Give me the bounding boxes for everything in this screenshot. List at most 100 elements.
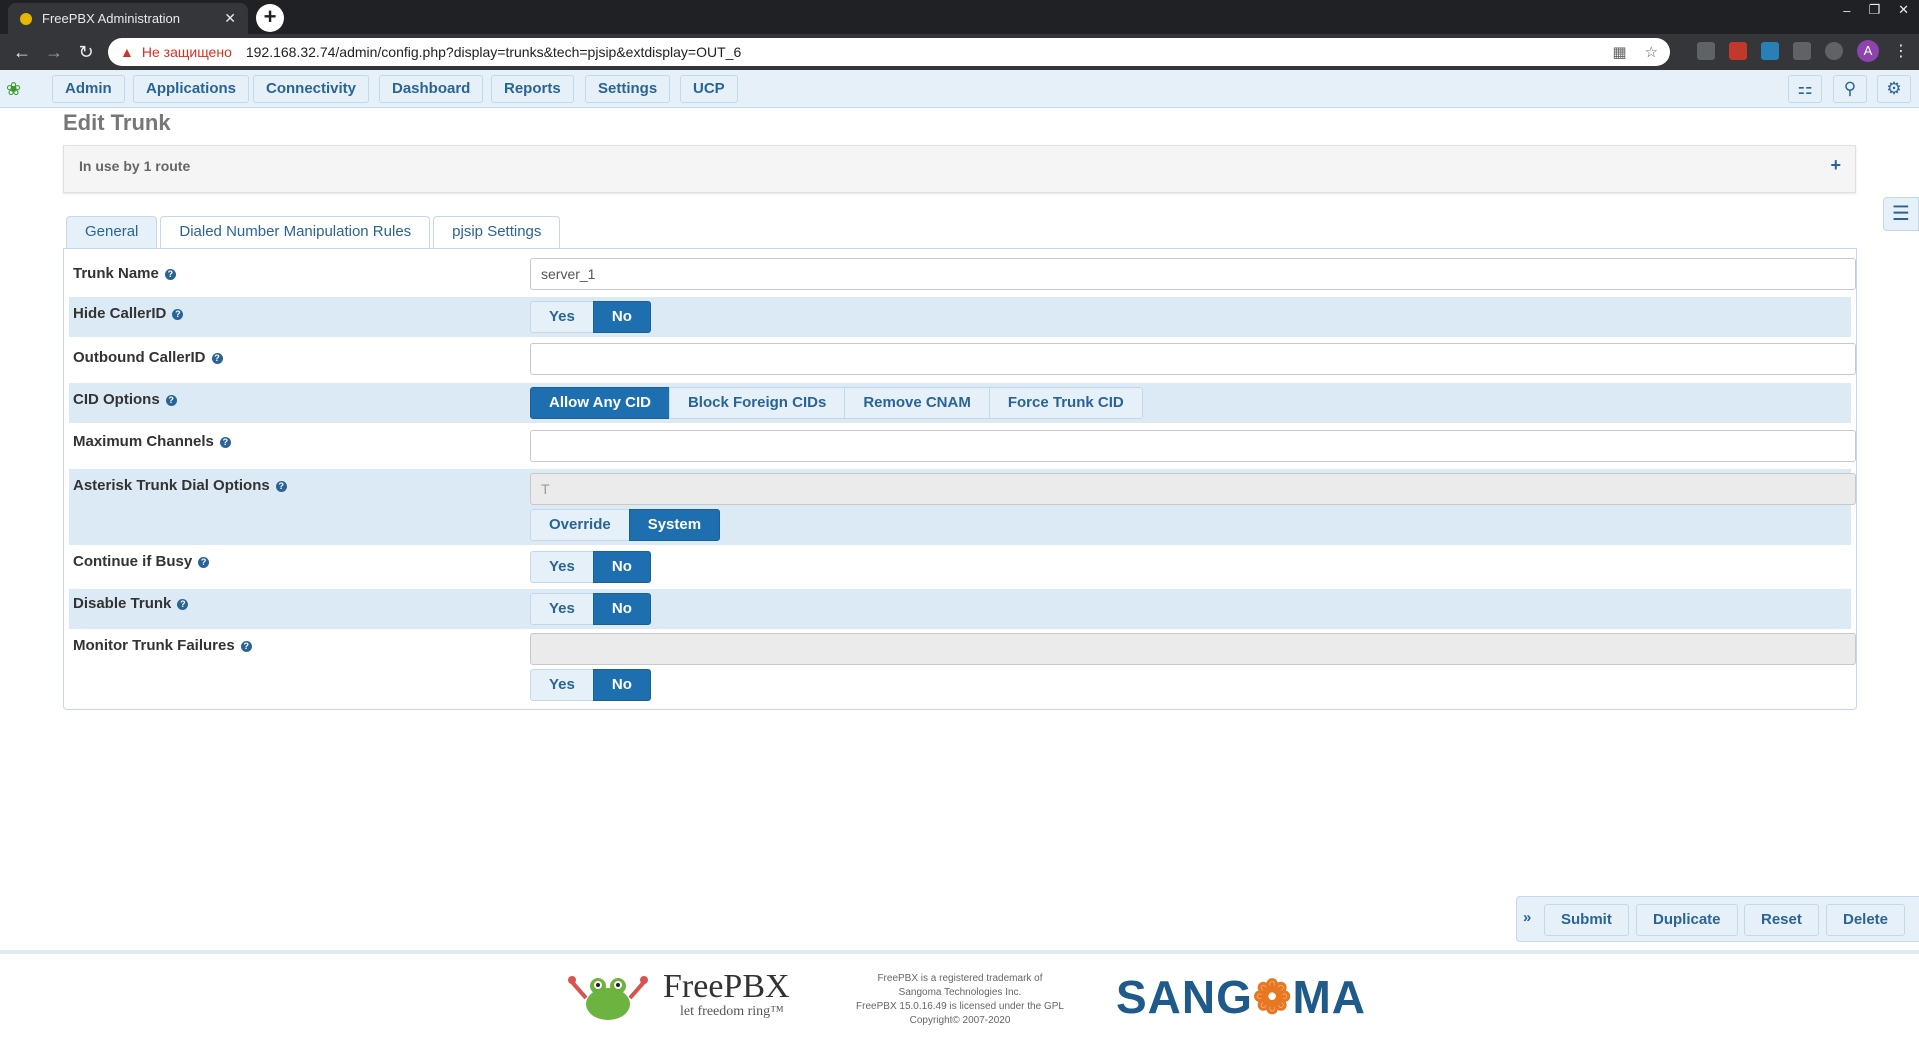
address-bar[interactable]: ▲ Не защищено 192.168.32.74/admin/config…: [108, 38, 1670, 66]
delete-button[interactable]: Delete: [1826, 904, 1906, 936]
url-text[interactable]: 192.168.32.74/admin/config.php?display=t…: [246, 44, 741, 60]
browser-tab[interactable]: FreePBX Administration ✕: [8, 3, 248, 34]
freepbx-logo-icon[interactable]: ❀: [6, 78, 40, 100]
nav-dashboard[interactable]: Dashboard: [379, 75, 484, 103]
back-icon[interactable]: ←: [10, 40, 34, 64]
restore-icon[interactable]: ❐: [1868, 2, 1880, 18]
question-icon[interactable]: ?: [219, 436, 231, 448]
continue-busy-row: Continue if Busy? Yes No: [69, 547, 1851, 587]
max-channels-row: Maximum Channels?: [69, 425, 1856, 465]
monitor-failures-no[interactable]: No: [592, 669, 651, 701]
profile-avatar[interactable]: A: [1857, 40, 1879, 62]
reset-button[interactable]: Reset: [1744, 904, 1819, 936]
max-channels-input[interactable]: [530, 430, 1856, 462]
monitor-failures-yes[interactable]: Yes: [530, 669, 594, 701]
insecure-label[interactable]: Не защищено: [142, 44, 232, 60]
nav-applications[interactable]: Applications: [133, 75, 250, 103]
minimize-icon[interactable]: –: [1843, 3, 1850, 18]
sangoma-text-start: SANG: [1116, 971, 1253, 1023]
window-controls: – ❐ ✕: [1843, 0, 1909, 20]
warning-icon: ▲: [120, 44, 134, 60]
tab-bar: General Dialed Number Manipulation Rules…: [66, 216, 561, 248]
extension-icon[interactable]: [1761, 42, 1779, 60]
trunk-name-label: Trunk Name?: [73, 265, 176, 282]
disable-trunk-label: Disable Trunk?: [73, 595, 189, 612]
dial-options-row: Asterisk Trunk Dial Options? T Override …: [69, 469, 1856, 545]
hide-callerid-no[interactable]: No: [592, 301, 651, 333]
freepbx-wordmark: FreePBX: [663, 968, 790, 1005]
extension-icon[interactable]: [1793, 42, 1811, 60]
continue-busy-toggle: Yes No: [530, 551, 651, 583]
browser-tab-title: FreePBX Administration: [42, 11, 181, 26]
tab-general[interactable]: General: [66, 216, 158, 248]
in-use-panel[interactable]: In use by 1 route +: [63, 145, 1856, 193]
continue-busy-label: Continue if Busy?: [73, 553, 210, 570]
translate-icon[interactable]: ▦: [1612, 43, 1626, 61]
cid-options-row: CID Options? Allow Any CID Block Foreign…: [69, 383, 1851, 423]
window-close-icon[interactable]: ✕: [1898, 2, 1909, 18]
tab-pjsip-settings[interactable]: pjsip Settings: [433, 216, 561, 248]
extension-icon[interactable]: [1697, 42, 1715, 60]
legal-line: Copyright© 2007-2020: [909, 1015, 1011, 1026]
question-icon[interactable]: ?: [165, 394, 177, 406]
tab-close-icon[interactable]: ✕: [224, 10, 236, 27]
sangoma-o-icon: ❁: [1252, 971, 1293, 1023]
question-icon[interactable]: ?: [172, 308, 184, 320]
collapse-actions-icon[interactable]: »: [1523, 909, 1531, 926]
dial-options-system[interactable]: System: [628, 509, 721, 541]
action-bar: » Submit Duplicate Reset Delete: [1516, 896, 1919, 942]
new-tab-button[interactable]: +: [256, 4, 284, 32]
cid-block-foreign[interactable]: Block Foreign CIDs: [668, 387, 846, 419]
outbound-callerid-input[interactable]: [530, 343, 1856, 375]
freepbx-favicon-icon: [20, 12, 32, 25]
trunk-name-input[interactable]: server_1: [530, 258, 1856, 290]
footer-divider: [0, 950, 1919, 954]
dial-options-label: Asterisk Trunk Dial Options?: [73, 477, 287, 494]
submit-button[interactable]: Submit: [1544, 904, 1629, 936]
browser-menu-icon[interactable]: ⋮: [1893, 41, 1909, 61]
monitor-failures-row: Monitor Trunk Failures? Yes No: [69, 631, 1856, 707]
continue-busy-no[interactable]: No: [592, 551, 651, 583]
cid-allow-any[interactable]: Allow Any CID: [530, 387, 670, 419]
dial-options-override[interactable]: Override: [530, 509, 630, 541]
disable-trunk-toggle: Yes No: [530, 593, 651, 625]
monitor-failures-label: Monitor Trunk Failures?: [73, 637, 252, 654]
question-icon[interactable]: ?: [177, 598, 189, 610]
monitor-failures-input[interactable]: [530, 633, 1856, 665]
question-icon[interactable]: ?: [198, 556, 210, 568]
nav-reports[interactable]: Reports: [491, 75, 574, 103]
cid-remove-cnam[interactable]: Remove CNAM: [844, 387, 990, 419]
dial-options-input[interactable]: T: [530, 473, 1856, 505]
freepbx-frog-logo: [568, 976, 648, 1020]
tab-dialed-number-rules[interactable]: Dialed Number Manipulation Rules: [160, 216, 431, 248]
in-use-text: In use by 1 route: [79, 158, 191, 174]
nav-connectivity[interactable]: Connectivity: [253, 75, 370, 103]
nav-settings[interactable]: Settings: [585, 75, 671, 103]
page-title: Edit Trunk: [63, 110, 171, 135]
expand-plus-icon[interactable]: +: [1830, 155, 1841, 176]
general-form: Trunk Name? server_1 Hide CallerID? Yes …: [63, 248, 1857, 710]
hide-callerid-yes[interactable]: Yes: [530, 301, 594, 333]
reload-icon[interactable]: ↻: [74, 40, 98, 64]
search-icon[interactable]: ⚲: [1833, 75, 1867, 103]
browser-toolbar: ← → ↻ ▲ Не защищено 192.168.32.74/admin/…: [0, 34, 1919, 70]
list-icon[interactable]: ☰: [1883, 197, 1919, 231]
disable-trunk-no[interactable]: No: [592, 593, 651, 625]
forward-icon[interactable]: →: [42, 40, 66, 64]
continue-busy-yes[interactable]: Yes: [530, 551, 594, 583]
question-icon[interactable]: ?: [275, 480, 287, 492]
duplicate-button[interactable]: Duplicate: [1636, 904, 1738, 936]
language-icon[interactable]: ⚏: [1788, 75, 1822, 103]
gear-icon[interactable]: ⚙: [1877, 75, 1911, 103]
question-icon[interactable]: ?: [211, 352, 223, 364]
question-icon[interactable]: ?: [240, 640, 252, 652]
extension-icon[interactable]: [1729, 42, 1747, 60]
disable-trunk-yes[interactable]: Yes: [530, 593, 594, 625]
bookmark-star-icon[interactable]: ☆: [1645, 43, 1658, 61]
question-icon[interactable]: ?: [164, 268, 176, 280]
extension-icon[interactable]: [1825, 42, 1843, 60]
hide-callerid-label: Hide CallerID?: [73, 305, 184, 322]
nav-ucp[interactable]: UCP: [680, 75, 738, 103]
nav-admin[interactable]: Admin: [52, 75, 125, 103]
cid-force-trunk[interactable]: Force Trunk CID: [988, 387, 1143, 419]
